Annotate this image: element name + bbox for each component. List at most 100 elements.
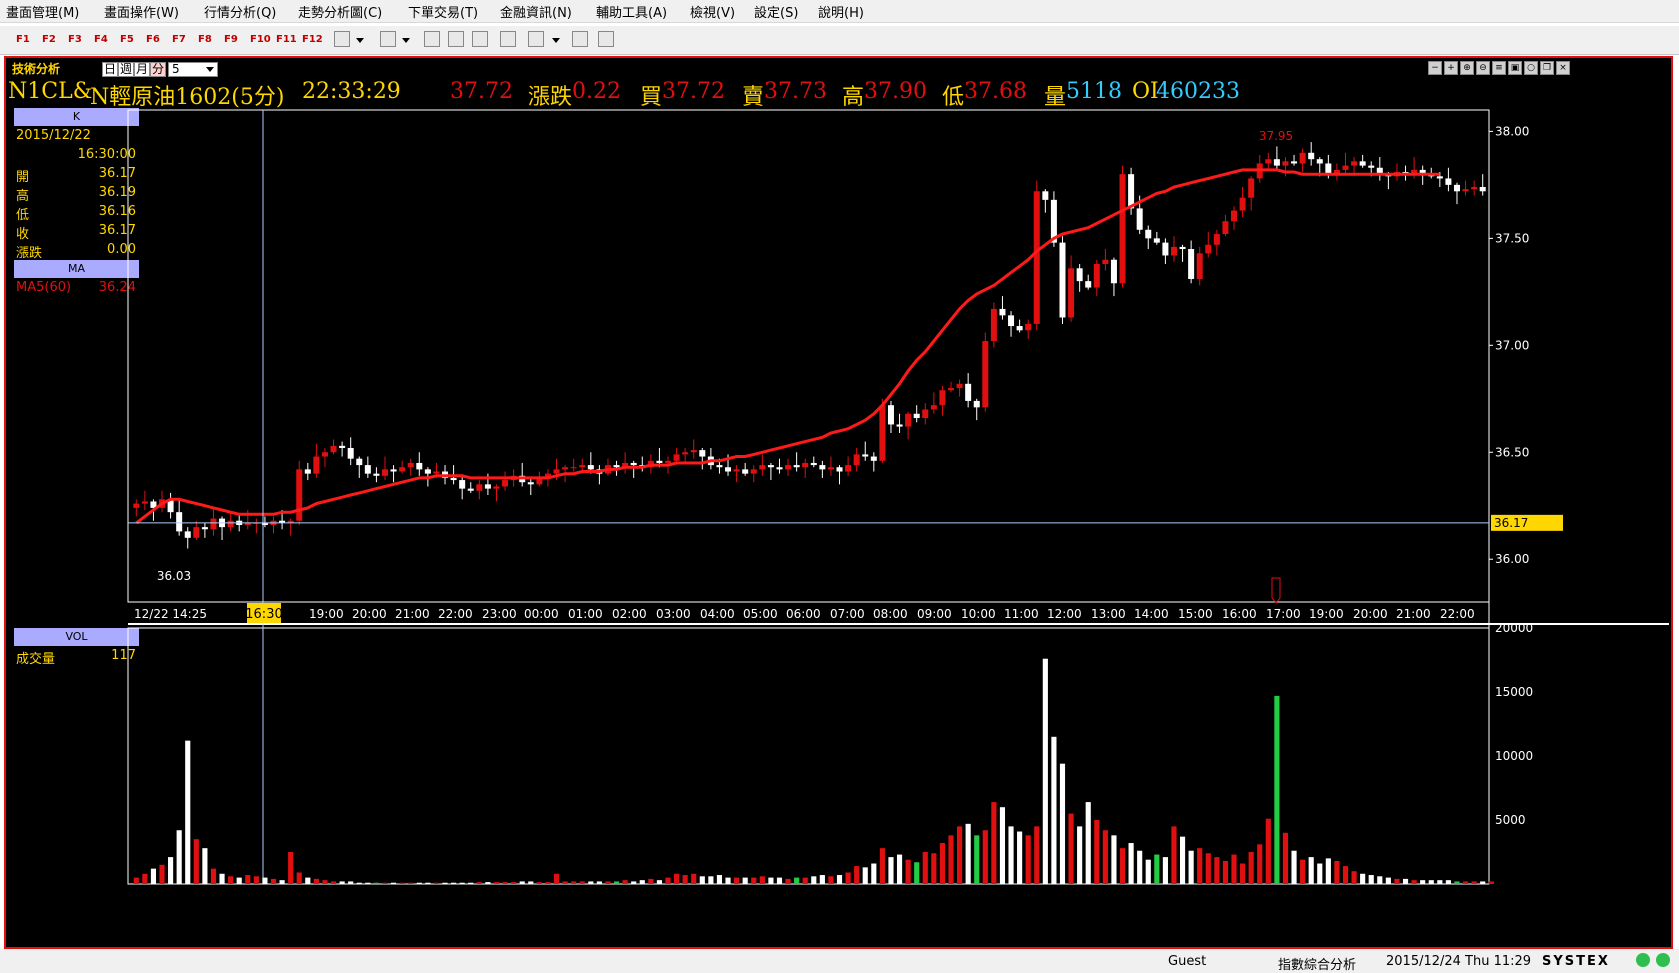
volume-bar — [1085, 802, 1091, 884]
volume-bar — [768, 877, 774, 884]
volume-bar — [193, 839, 199, 884]
menu-item-0[interactable]: 畫面管理(M) — [6, 2, 79, 21]
volume-bar — [802, 877, 808, 884]
volume-bar — [322, 880, 328, 884]
volume-bar — [210, 868, 217, 884]
candle-body — [1008, 315, 1015, 327]
x-tick-label: 20:00 — [352, 607, 387, 621]
menu-item-6[interactable]: 輔助工具(A) — [596, 2, 667, 21]
x-tick-label: 17:00 — [1266, 607, 1301, 621]
volume-bar — [545, 882, 551, 884]
function-key-6[interactable]: F6 — [146, 34, 160, 45]
chart-type-icon[interactable] — [334, 31, 350, 47]
volume-bar — [1137, 850, 1143, 884]
volume-bar — [528, 881, 534, 884]
print-icon[interactable] — [380, 31, 396, 47]
volume-bar — [382, 882, 388, 884]
menu-item-2[interactable]: 行情分析(Q) — [204, 2, 276, 21]
function-key-8[interactable]: F8 — [198, 34, 212, 45]
menu-item-1[interactable]: 畫面操作(W) — [104, 2, 179, 21]
candle-body — [330, 445, 337, 453]
x-tick-label: 12:00 — [1047, 607, 1082, 621]
price-tick-label: 37.50 — [1495, 231, 1529, 245]
price-tick-label: 36.50 — [1495, 445, 1529, 459]
chart-window: 技術分析 日 週 月 分 5 N1CL& N輕原油1602(5分) 22:33:… — [4, 56, 1673, 949]
price-chart[interactable]: 38.00 37.50 37.00 36.50 36.00 36.17 37.95 36.03… — [6, 58, 1671, 947]
volume-bar — [1300, 859, 1306, 884]
volume-bar — [451, 882, 457, 884]
toolbar-dropdown-icon[interactable] — [402, 38, 410, 43]
candle-body — [922, 409, 929, 419]
x-tick-label: 04:00 — [700, 607, 735, 621]
menu-item-4[interactable]: 下單交易(T) — [408, 2, 478, 21]
candle-body — [141, 501, 148, 504]
candle-body — [1291, 161, 1298, 164]
volume-bar — [1334, 860, 1340, 884]
volume-bar — [1471, 881, 1477, 884]
cursor-time-tag: 16:30 — [245, 607, 282, 622]
candle-body — [1145, 229, 1152, 239]
volume-bar — [896, 854, 903, 884]
volume-bar — [219, 873, 225, 884]
status-brand: SYSTEX — [1542, 954, 1610, 969]
volume-bar — [1034, 826, 1040, 884]
candle-body — [767, 465, 774, 468]
current-price-tag: 36.17 — [1494, 516, 1528, 530]
menu-item-5[interactable]: 金融資訊(N) — [500, 2, 572, 21]
volume-bar — [1282, 832, 1289, 884]
candle-body — [802, 462, 809, 468]
candle-body — [725, 467, 732, 472]
candle-body — [1471, 187, 1478, 190]
toolbar-dropdown-icon[interactable] — [552, 38, 560, 43]
volume-bar — [965, 823, 971, 884]
candle-body — [664, 460, 671, 463]
x-tick-label: 15:00 — [1178, 607, 1213, 621]
toolbar: F1 F2 F3 F4 F5 F6 F7 F8 F9 F10 F11 F12 — [0, 26, 1679, 55]
indicator-icon[interactable] — [528, 31, 544, 47]
menu-item-3[interactable]: 走勢分析圖(C) — [298, 2, 382, 21]
candle-body — [210, 518, 217, 530]
function-key-4[interactable]: F4 — [94, 34, 108, 45]
layout-icon[interactable] — [472, 31, 488, 47]
candle-body — [484, 484, 491, 489]
function-key-10[interactable]: F10 — [250, 34, 271, 45]
x-tick-label: 19:00 — [309, 607, 344, 621]
x-tick-label: 08:00 — [873, 607, 908, 621]
link-icon[interactable] — [572, 31, 588, 47]
volume-bar — [313, 878, 319, 884]
volume-bar — [1342, 866, 1349, 884]
volume-bar — [236, 877, 242, 884]
function-key-1[interactable]: F1 — [16, 34, 30, 45]
volume-bar — [819, 875, 825, 884]
volume-bar — [639, 880, 645, 884]
columns-icon[interactable] — [500, 31, 516, 47]
volume-bar — [1205, 853, 1211, 884]
menu-item-8[interactable]: 設定(S) — [754, 2, 798, 21]
menu-item-7[interactable]: 檢視(V) — [690, 2, 735, 21]
candle-body — [390, 469, 397, 472]
volume-bar — [1017, 831, 1023, 884]
menu-item-9[interactable]: 說明(H) — [818, 2, 864, 21]
candle-body — [1316, 159, 1323, 164]
volume-bar — [974, 835, 980, 884]
magnifier-icon[interactable] — [424, 31, 440, 47]
function-key-9[interactable]: F9 — [224, 34, 238, 45]
volume-bar — [1394, 878, 1400, 884]
volume-bar — [442, 882, 448, 884]
candle-body — [965, 383, 972, 401]
clear-icon[interactable] — [448, 31, 464, 47]
function-key-7[interactable]: F7 — [172, 34, 186, 45]
function-key-5[interactable]: F5 — [120, 34, 134, 45]
candle-body — [982, 341, 989, 408]
window-icon[interactable] — [598, 31, 614, 47]
volume-bar — [1197, 848, 1203, 884]
volume-bar — [390, 882, 397, 884]
function-key-2[interactable]: F2 — [42, 34, 56, 45]
volume-bar — [1385, 877, 1391, 884]
function-key-3[interactable]: F3 — [68, 34, 82, 45]
toolbar-dropdown-icon[interactable] — [356, 38, 364, 43]
candle-body — [562, 467, 569, 470]
function-key-11[interactable]: F11 — [276, 34, 297, 45]
function-key-12[interactable]: F12 — [302, 34, 323, 45]
volume-bar — [305, 877, 311, 884]
